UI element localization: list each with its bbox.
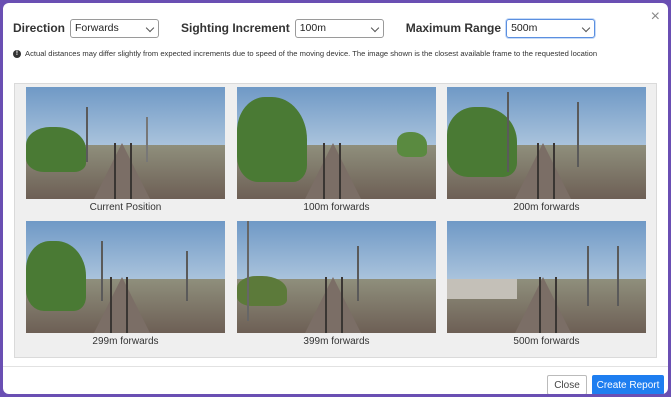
thumbnail-299m[interactable]: 299m forwards — [26, 221, 225, 347]
info-note: ! Actual distances may differ slightly f… — [13, 49, 597, 58]
track-photo — [26, 221, 225, 333]
thumbnail-caption: 299m forwards — [92, 336, 159, 347]
chevron-down-icon — [581, 23, 591, 32]
close-icon[interactable]: × — [651, 9, 660, 25]
thumbnail-caption: 399m forwards — [303, 336, 370, 347]
controls-bar: Direction Forwards Sighting Increment 10… — [13, 17, 596, 39]
thumbnail-500m[interactable]: 500m forwards — [447, 221, 646, 347]
track-photo — [237, 87, 436, 199]
close-button[interactable]: Close — [547, 375, 587, 394]
range-select[interactable]: 500m — [506, 18, 596, 38]
increment-label: Sighting Increment — [181, 21, 290, 35]
thumbnail-200m[interactable]: 200m forwards — [447, 87, 646, 213]
direction-value: Forwards — [75, 22, 119, 34]
thumbnail-399m[interactable]: 399m forwards — [237, 221, 436, 347]
thumbnail-gallery: Current Position 100m forwards 200m forw… — [14, 83, 657, 358]
info-icon: ! — [13, 49, 21, 58]
increment-select[interactable]: 100m — [294, 18, 384, 38]
info-text: Actual distances may differ slightly fro… — [25, 49, 598, 58]
track-photo — [447, 221, 646, 333]
thumbnail-caption: 100m forwards — [303, 202, 370, 213]
direction-select[interactable]: Forwards — [70, 18, 160, 38]
increment-value: 100m — [299, 22, 326, 34]
create-report-button[interactable]: Create Report — [592, 375, 664, 394]
sighting-dialog: Direction Forwards Sighting Increment 10… — [3, 3, 668, 394]
thumbnail-caption: Current Position — [89, 202, 162, 213]
track-photo — [26, 87, 225, 199]
dialog-footer: Close Create Report — [3, 366, 668, 394]
direction-label: Direction — [13, 21, 66, 35]
chevron-down-icon — [145, 23, 155, 32]
thumbnail-100m[interactable]: 100m forwards — [237, 87, 436, 213]
thumbnail-caption: 200m forwards — [513, 202, 580, 213]
track-photo — [237, 221, 436, 333]
track-photo — [447, 87, 646, 199]
thumbnail-current-position[interactable]: Current Position — [26, 87, 225, 213]
range-label: Maximum Range — [405, 21, 502, 35]
chevron-down-icon — [370, 23, 379, 32]
thumbnail-caption: 500m forwards — [513, 336, 580, 347]
range-value: 500m — [511, 22, 538, 34]
